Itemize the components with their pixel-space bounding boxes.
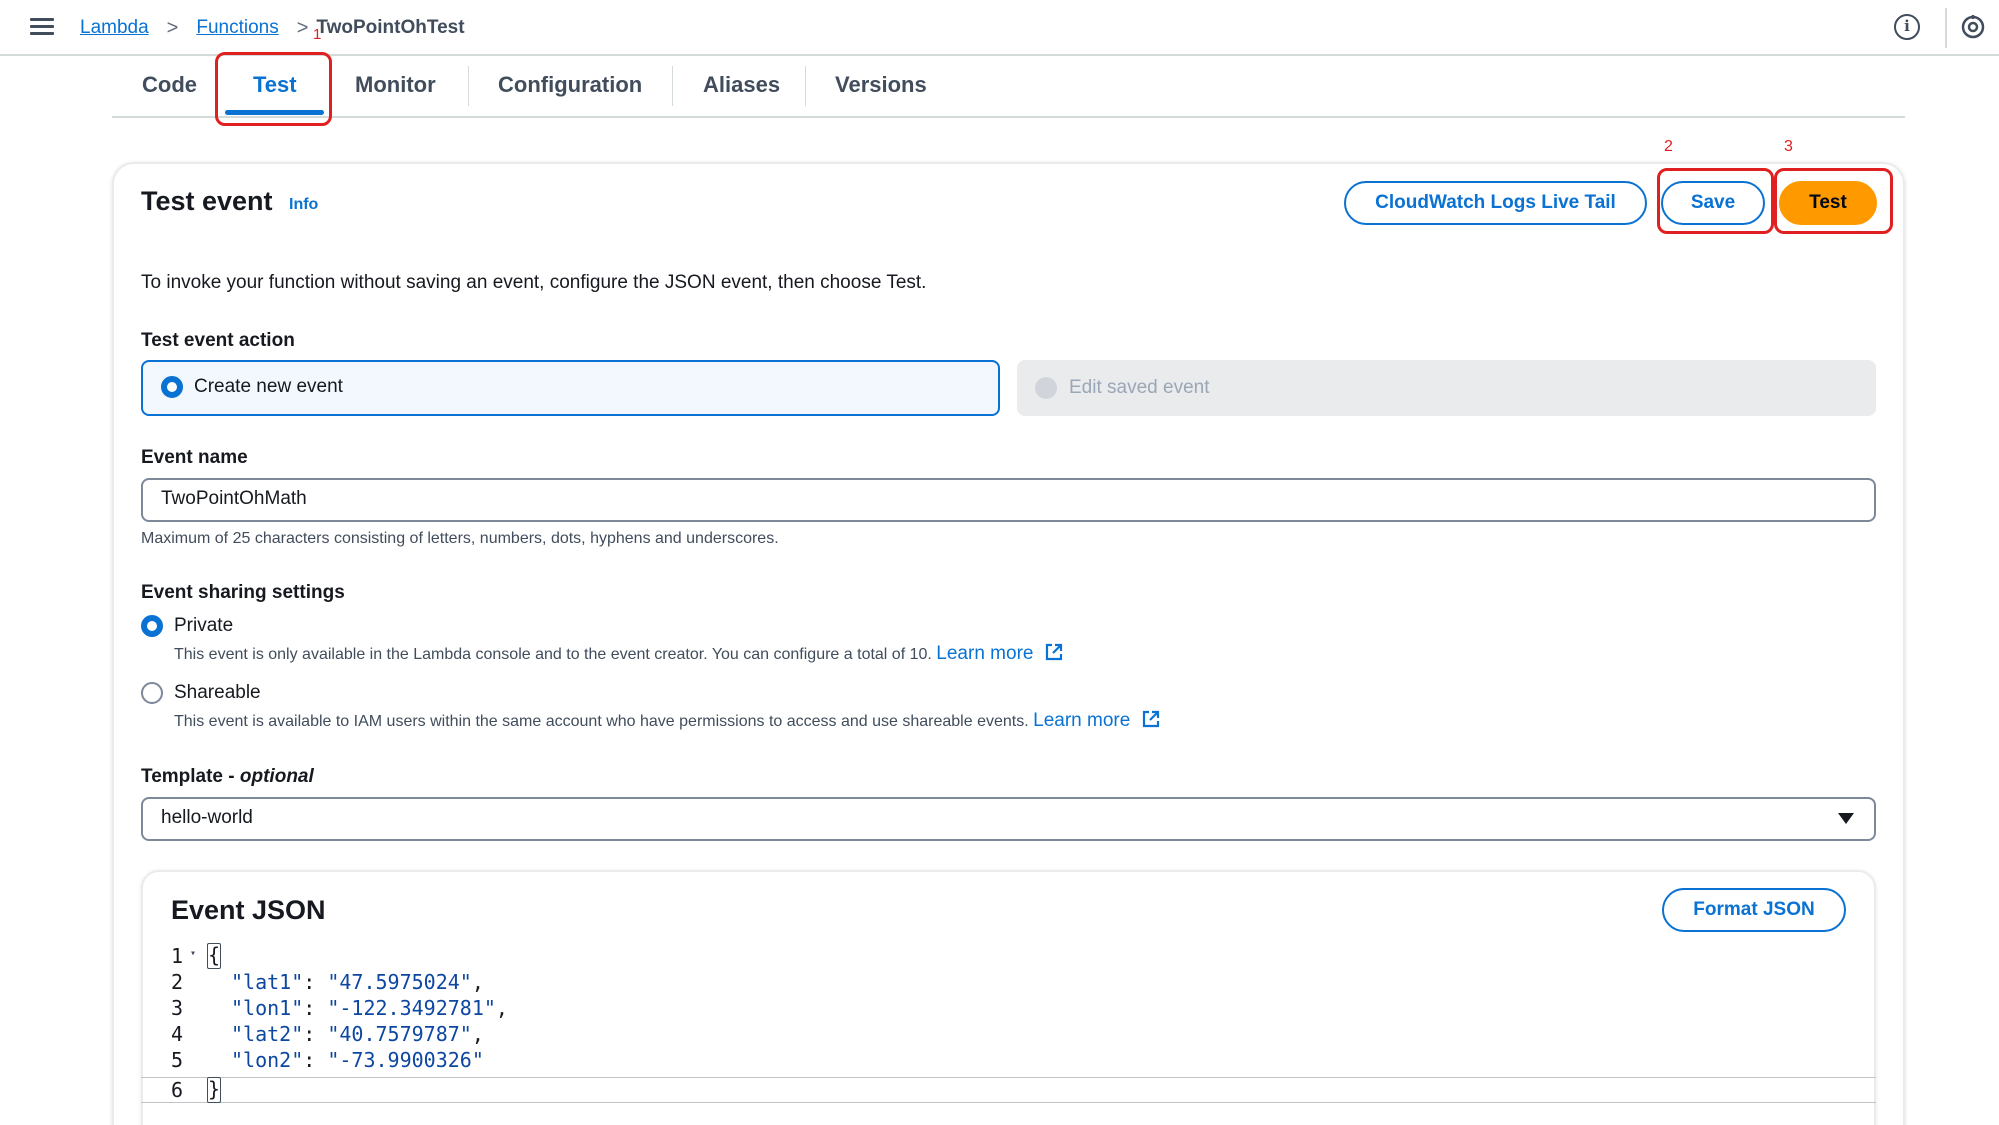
code-text: "lat2": "40.7579787",	[231, 1022, 484, 1046]
divider	[1945, 8, 1947, 48]
info-link[interactable]: Info	[289, 196, 318, 214]
json-comma: ,	[471, 970, 484, 994]
template-select[interactable]: hello-world	[141, 797, 1876, 841]
tab-code[interactable]: Code	[142, 72, 197, 98]
cloudwatch-live-tail-button[interactable]: CloudWatch Logs Live Tail	[1344, 181, 1647, 225]
line-number: 1	[171, 944, 184, 968]
radio-selected[interactable]	[161, 376, 183, 398]
json-key: "lat1"	[231, 970, 304, 994]
format-json-button[interactable]: Format JSON	[1662, 888, 1846, 932]
event-name-input[interactable]: TwoPointOhMath	[141, 478, 1876, 522]
template-selected-value: hello-world	[161, 807, 253, 828]
settings-icon[interactable]	[1960, 14, 1986, 40]
tab-divider	[672, 66, 673, 106]
tab-monitor[interactable]: Monitor	[355, 72, 436, 98]
edit-saved-event-label: Edit saved event	[1069, 377, 1210, 398]
breadcrumb: Lambda > Functions > TwoPointOhTest	[80, 14, 465, 42]
highlight-box-test	[1774, 168, 1893, 234]
learn-more-link-shareable[interactable]: Learn more	[1033, 710, 1130, 731]
shareable-radio[interactable]	[141, 682, 163, 704]
json-value: "-122.3492781"	[327, 996, 496, 1020]
template-label: Template - optional	[141, 766, 314, 788]
menu-icon[interactable]	[30, 15, 54, 39]
private-label: Private	[174, 615, 234, 636]
active-line-highlight	[141, 1077, 1876, 1103]
code-text: "lon1": "-122.3492781",	[231, 996, 508, 1020]
private-radio[interactable]	[141, 615, 163, 637]
json-value: "47.5975024"	[327, 970, 472, 994]
event-json-title: Event JSON	[171, 895, 326, 925]
info-icon[interactable]: i	[1894, 14, 1920, 40]
highlight-box-save	[1657, 168, 1774, 234]
external-link-icon	[1045, 643, 1063, 661]
tab-divider	[805, 66, 806, 106]
highlight-box-test-tab	[215, 52, 332, 126]
external-link-icon	[1142, 710, 1159, 728]
radio-disabled	[1035, 377, 1057, 399]
code-text: "lat1": "47.5975024",	[231, 970, 484, 994]
brace-match: {	[207, 943, 221, 969]
edit-saved-event-tile: Edit saved event	[1017, 360, 1876, 416]
annotation-1: 1	[313, 26, 322, 43]
shareable-description-row: This event is available to IAM users wit…	[174, 709, 1161, 732]
shareable-label: Shareable	[174, 682, 261, 703]
top-bar: Lambda > Functions > TwoPointOhTest 1 i	[0, 0, 1999, 56]
line-number: 4	[171, 1022, 184, 1046]
breadcrumb-lambda-link[interactable]: Lambda	[80, 17, 149, 39]
breadcrumb-current: TwoPointOhTest	[316, 17, 465, 38]
panel-description: To invoke your function without saving a…	[141, 272, 927, 293]
template-optional-text: optional	[239, 766, 314, 787]
line-number: 3	[171, 996, 184, 1020]
breadcrumb-functions-link[interactable]: Functions	[196, 17, 278, 39]
tab-aliases[interactable]: Aliases	[703, 72, 780, 98]
event-sharing-label: Event sharing settings	[141, 582, 345, 603]
json-key: "lon2"	[231, 1048, 304, 1072]
event-name-label: Event name	[141, 447, 248, 468]
json-key: "lat2"	[231, 1022, 304, 1046]
tab-versions[interactable]: Versions	[835, 72, 927, 98]
line-number: 2	[171, 970, 184, 994]
annotation-3: 3	[1784, 138, 1793, 155]
event-name-hint: Maximum of 25 characters consisting of l…	[141, 530, 779, 547]
caret-down-icon	[1838, 813, 1854, 824]
line-number: 6	[171, 1078, 184, 1102]
test-event-action-label: Test event action	[141, 330, 295, 351]
private-description-row: This event is only available in the Lamb…	[174, 642, 1064, 665]
line-number: 5	[171, 1048, 184, 1072]
private-description: This event is only available in the Lamb…	[174, 646, 932, 663]
json-value: "-73.9900326"	[327, 1048, 484, 1072]
chevron-right-icon: >	[166, 16, 179, 39]
fold-arrow-icon[interactable]: ▾	[190, 941, 196, 967]
brace-match: }	[207, 1077, 221, 1103]
json-comma: ,	[495, 996, 508, 1020]
json-key: "lon1"	[231, 996, 304, 1020]
tab-divider	[468, 66, 469, 106]
template-label-text: Template -	[141, 766, 240, 787]
learn-more-link-private[interactable]: Learn more	[936, 643, 1033, 664]
shareable-description: This event is available to IAM users wit…	[174, 713, 1029, 730]
annotation-2: 2	[1664, 138, 1673, 155]
create-new-event-label: Create new event	[194, 376, 343, 397]
code-text: "lon2": "-73.9900326"	[231, 1048, 484, 1072]
chevron-right-icon: >	[296, 16, 309, 39]
json-comma: ,	[471, 1022, 484, 1046]
panel-title: Test event	[141, 186, 273, 216]
json-value: "40.7579787"	[327, 1022, 472, 1046]
tab-bar: Code Test Monitor Configuration Aliases …	[112, 56, 1905, 118]
create-new-event-tile[interactable]: Create new event	[141, 360, 1000, 416]
tab-configuration[interactable]: Configuration	[498, 72, 642, 98]
